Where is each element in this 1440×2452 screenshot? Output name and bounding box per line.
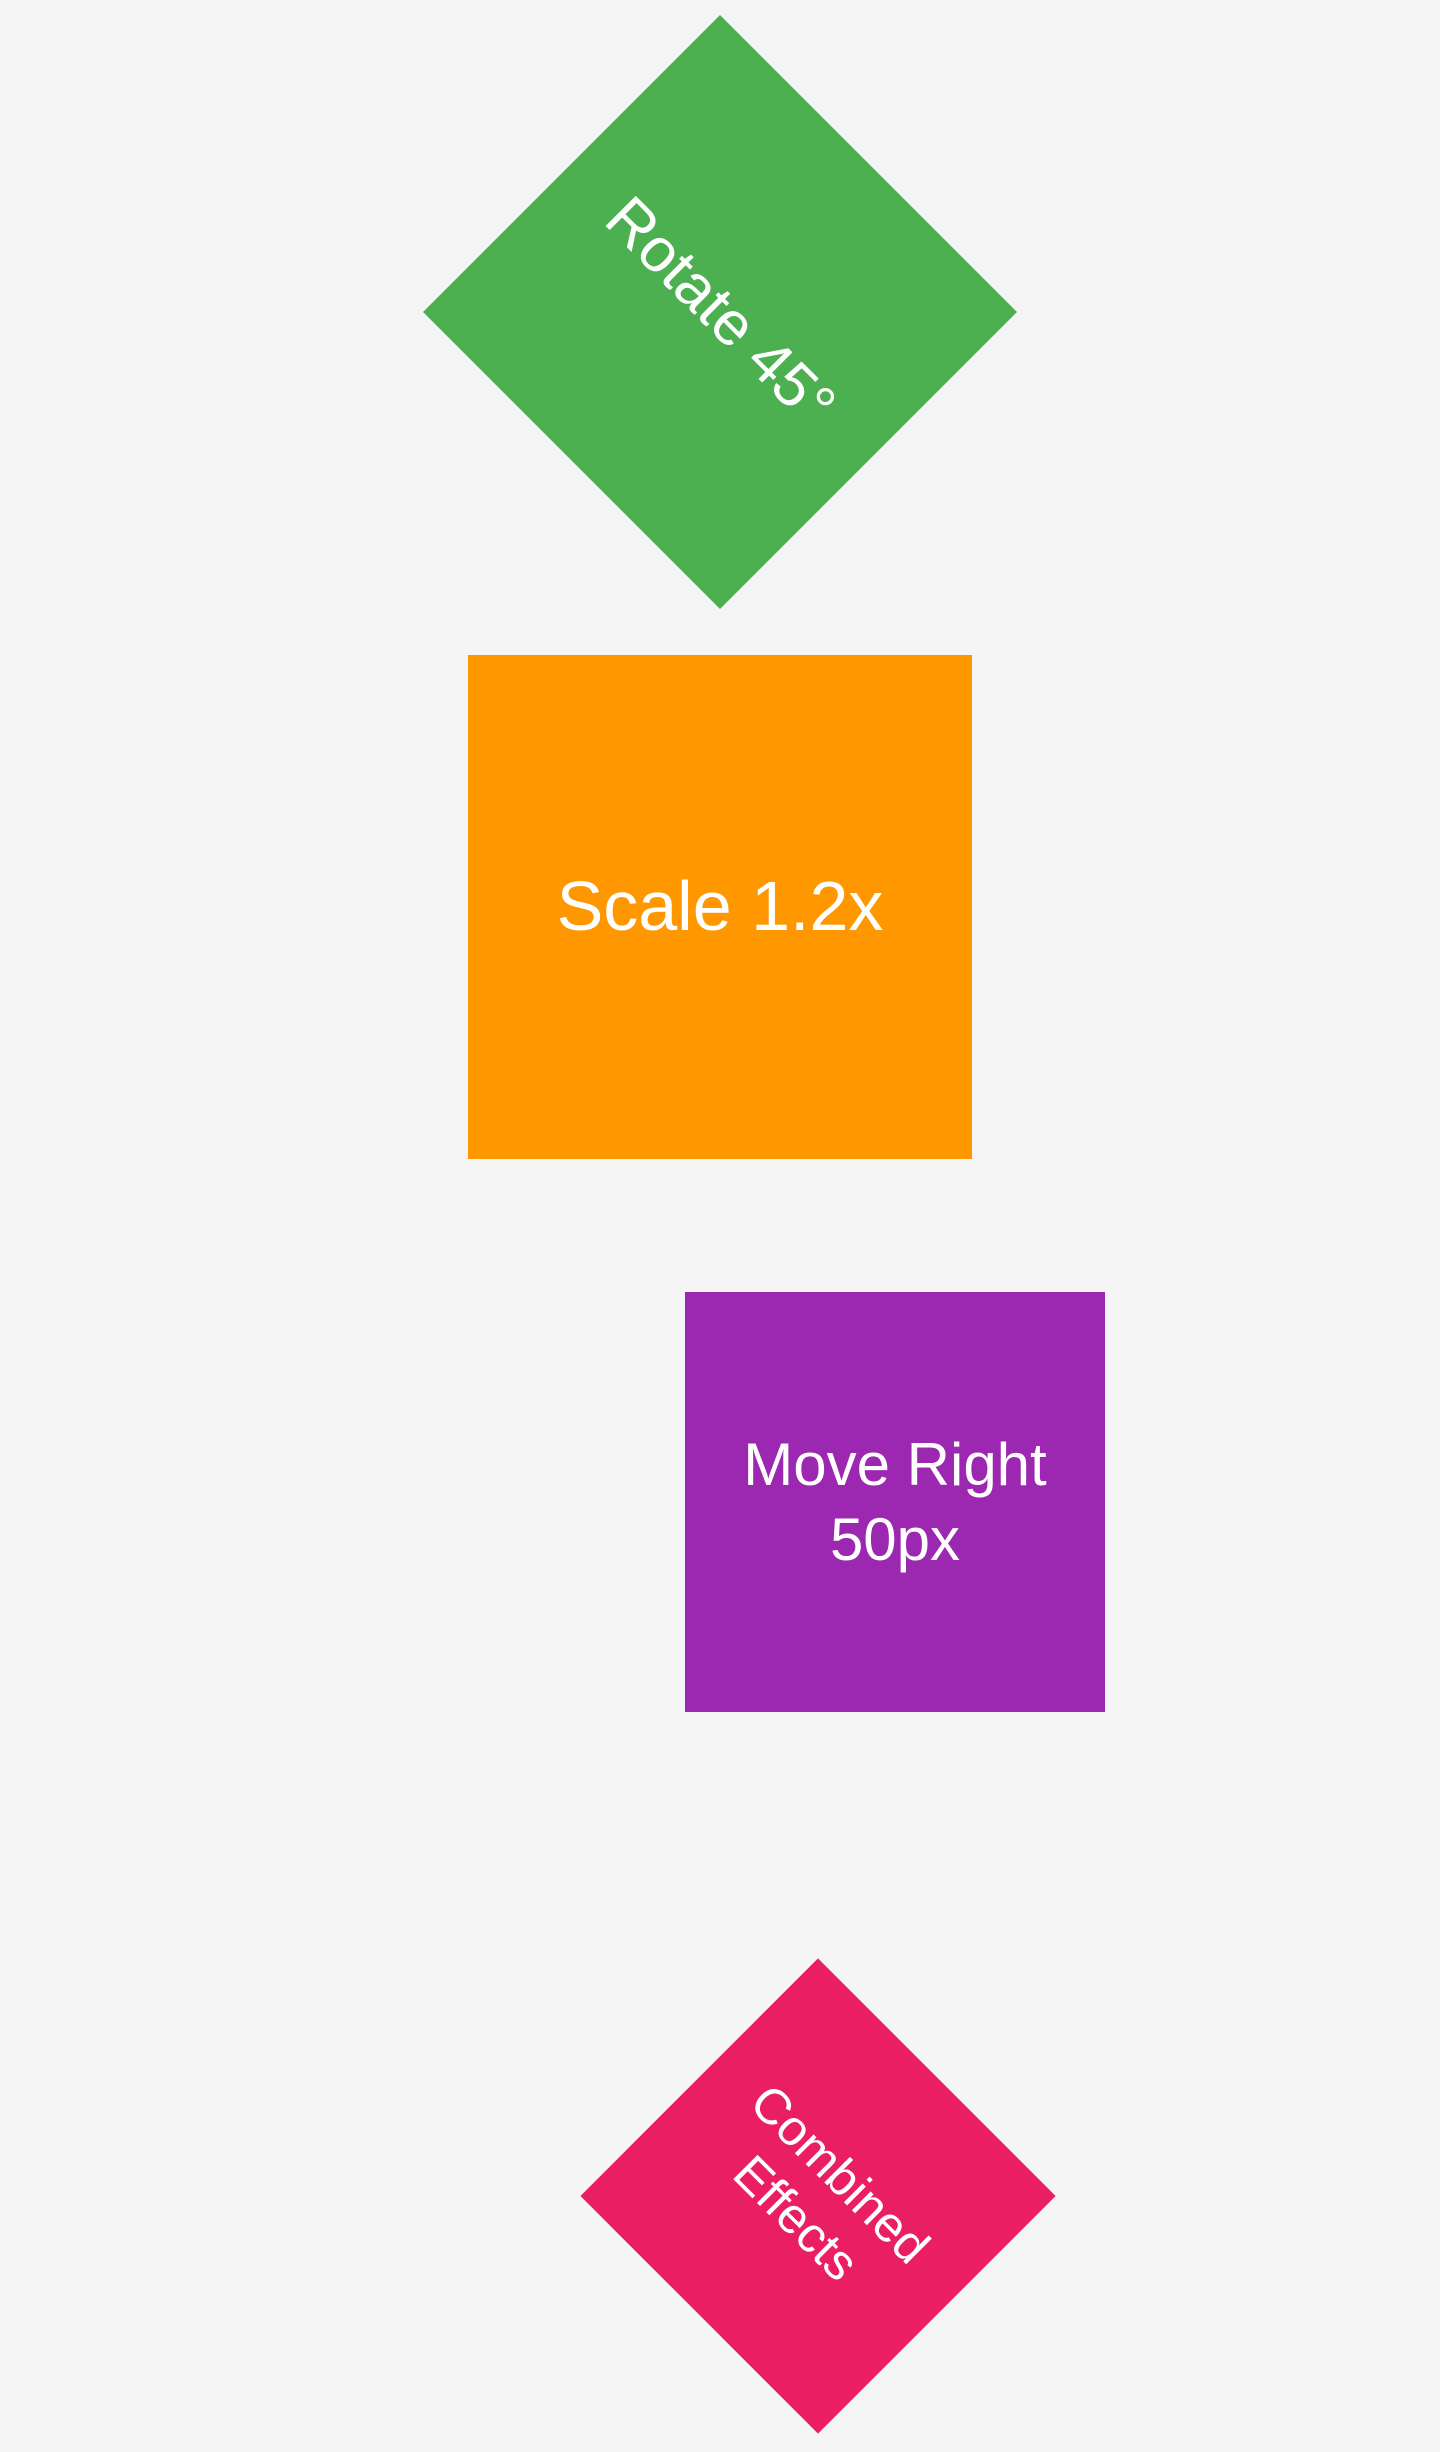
scale-box-label: Scale 1.2x [556, 867, 884, 946]
rotate-box-label: Rotate 45° [591, 183, 849, 441]
rotate-box: Rotate 45° [423, 15, 1017, 609]
move-box-label: Move Right 50px [743, 1431, 1047, 1573]
combined-box: Combined Effects [580, 1958, 1056, 2434]
move-box: Move Right 50px [685, 1292, 1105, 1712]
combined-box-label: Combined Effects [722, 2073, 941, 2292]
scale-box: Scale 1.2x [468, 655, 972, 1159]
